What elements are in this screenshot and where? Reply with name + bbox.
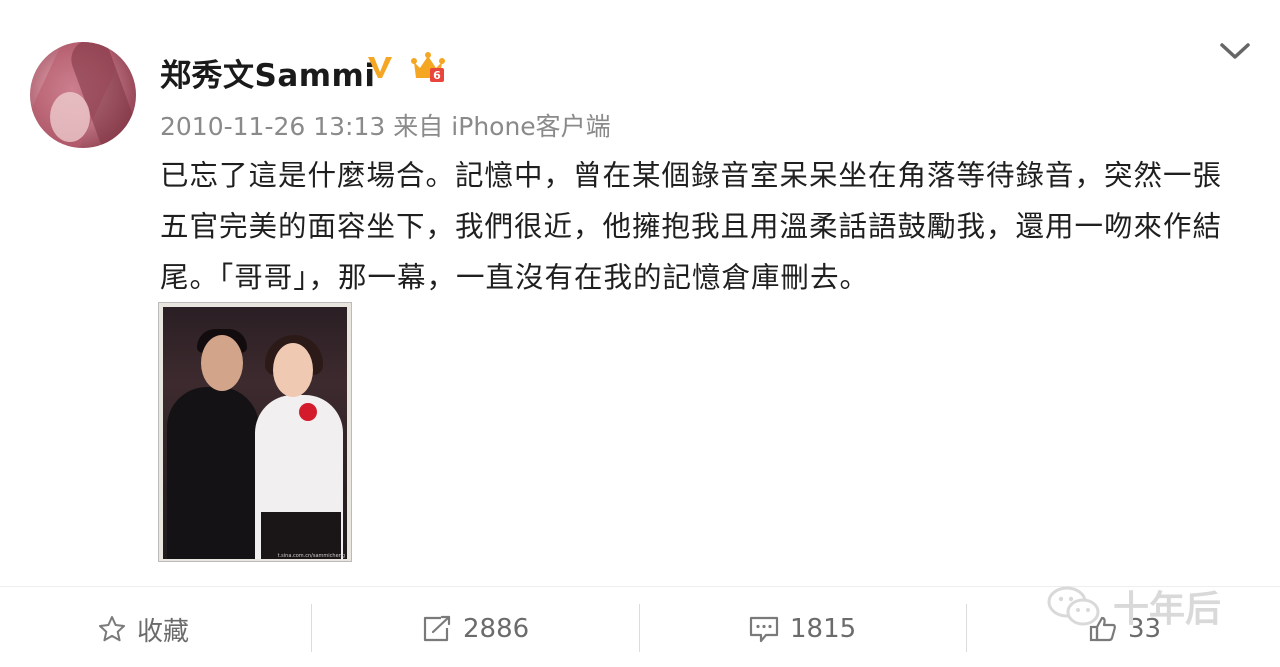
post-text: 已忘了這是什麼場合。記憶中，曾在某個錄音室呆呆坐在角落等待錄音，突然一張五官完美…: [160, 159, 1223, 294]
repost-icon: [423, 615, 451, 642]
svg-text:6: 6: [433, 69, 441, 82]
chevron-down-icon[interactable]: [1218, 40, 1252, 62]
action-separator: [311, 604, 312, 652]
post-meta: 2010-11-26 13:13 来自 iPhone客户端: [160, 107, 619, 143]
crown-icon: 6: [411, 52, 445, 82]
comment-button[interactable]: 1815: [748, 609, 856, 649]
post-source[interactable]: iPhone客户端: [451, 112, 610, 141]
avatar[interactable]: [30, 42, 136, 148]
source-prefix: 来自: [393, 112, 444, 141]
action-separator: [966, 604, 967, 652]
action-separator: [639, 604, 640, 652]
post-timestamp: 2010-11-26 13:13: [160, 112, 386, 141]
favorite-label: 收藏: [137, 616, 190, 647]
repost-button[interactable]: 2886: [421, 609, 529, 649]
post-photo[interactable]: t.sina.com.cn/sammicheng: [158, 302, 352, 562]
comment-count: 1815: [790, 614, 857, 644]
wechat-icon: [1047, 586, 1100, 626]
comment-icon: [749, 616, 779, 643]
repost-count: 2886: [463, 614, 530, 644]
verified-v-icon: [368, 57, 392, 78]
favorite-button[interactable]: 收藏: [97, 609, 189, 649]
watermark-text: 十年后: [1113, 589, 1222, 630]
watermark: 十年后: [1045, 580, 1221, 632]
author-name[interactable]: 郑秀文Sammi: [160, 50, 375, 95]
star-icon: [99, 616, 125, 642]
photo-caption: t.sina.com.cn/sammicheng: [277, 553, 345, 559]
